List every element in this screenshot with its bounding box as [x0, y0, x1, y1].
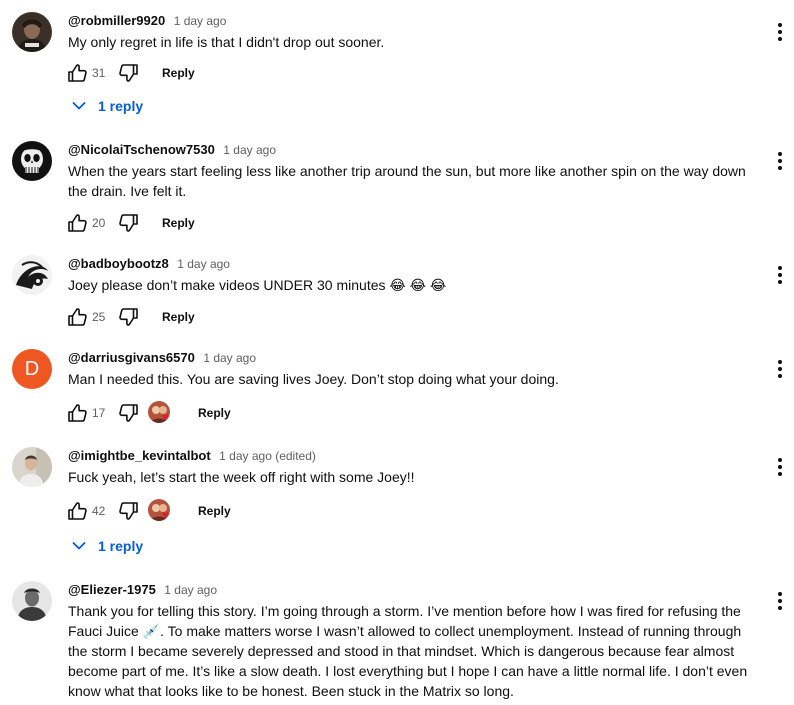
more-options-icon[interactable]	[772, 455, 788, 479]
comment-actions: 25 Reply	[66, 305, 195, 329]
thumb-up-icon[interactable]	[66, 212, 88, 234]
author-handle[interactable]: @robmiller9920	[68, 13, 165, 28]
author-handle[interactable]: @Eliezer-1975	[68, 582, 156, 597]
person-photo-avatar-icon[interactable]	[12, 581, 52, 621]
comment-header: @darriusgivans6570 1 day ago	[68, 349, 256, 367]
reply-button[interactable]: Reply	[162, 66, 195, 80]
comment-text: Joey please don’t make videos UNDER 30 m…	[68, 277, 447, 293]
reply-button[interactable]: Reply	[162, 216, 195, 230]
thumb-down-icon[interactable]	[118, 402, 140, 424]
heart-icon: ♥	[162, 410, 170, 424]
skull-avatar-icon[interactable]	[12, 141, 52, 181]
more-options-icon[interactable]	[772, 357, 788, 381]
comment-timestamp[interactable]: 1 day ago (edited)	[219, 449, 316, 463]
like-count: 25	[92, 310, 106, 324]
chevron-down-icon	[72, 541, 86, 551]
comment-actions: 17 ♥ Reply	[66, 401, 231, 425]
creator-heart-badge: ♥	[148, 401, 174, 425]
comment-header: @Eliezer-1975 1 day ago	[68, 581, 217, 599]
author-handle[interactable]: @imightbe_kevintalbot	[68, 448, 211, 463]
thumb-down-icon[interactable]	[118, 62, 140, 84]
thumb-down-icon[interactable]	[118, 212, 140, 234]
comment-header: @badboybootz8 1 day ago	[68, 255, 230, 273]
comment-text: My only regret in life is that I didn't …	[68, 34, 385, 50]
thumb-up-icon[interactable]	[66, 402, 88, 424]
like-count: 31	[92, 66, 106, 80]
view-replies-button[interactable]: 1 reply	[72, 95, 143, 117]
comment-timestamp[interactable]: 1 day ago	[164, 583, 217, 597]
comment-timestamp[interactable]: 1 day ago	[203, 351, 256, 365]
author-handle[interactable]: @NicolaiTschenow7530	[68, 142, 215, 157]
reply-button[interactable]: Reply	[162, 310, 195, 324]
view-replies-button[interactable]: 1 reply	[72, 535, 143, 557]
thumb-up-icon[interactable]	[66, 306, 88, 328]
creator-heart-badge: ♥	[148, 499, 174, 523]
replies-label: 1 reply	[98, 538, 144, 554]
person-photo-avatar-icon[interactable]	[12, 447, 52, 487]
like-count: 17	[92, 406, 106, 420]
reply-button[interactable]: Reply	[198, 504, 231, 518]
comment-timestamp[interactable]: 1 day ago	[223, 143, 276, 157]
photo-avatar-icon[interactable]	[12, 12, 52, 52]
like-count: 20	[92, 216, 106, 230]
comment-timestamp[interactable]: 1 day ago	[177, 257, 230, 271]
comment-actions: 31 Reply	[66, 61, 195, 85]
thumb-down-icon[interactable]	[118, 306, 140, 328]
comment-text: Fuck yeah, let’s start the week off righ…	[68, 469, 415, 485]
replies-label: 1 reply	[98, 98, 144, 114]
comment-actions: 20 Reply	[66, 211, 195, 235]
comment-text: When the years start feeling less like a…	[68, 163, 746, 199]
avatar[interactable]: D	[12, 349, 52, 389]
author-handle[interactable]: @darriusgivans6570	[68, 350, 195, 365]
reply-button[interactable]: Reply	[198, 406, 231, 420]
author-handle[interactable]: @badboybootz8	[68, 256, 169, 271]
comment-text: Man I needed this. You are saving lives …	[68, 371, 559, 387]
thumb-up-icon[interactable]	[66, 62, 88, 84]
more-options-icon[interactable]	[772, 20, 788, 44]
chevron-down-icon	[72, 101, 86, 111]
more-options-icon[interactable]	[772, 149, 788, 173]
thumb-up-icon[interactable]	[66, 500, 88, 522]
like-count: 42	[92, 504, 106, 518]
bw-art-avatar-icon[interactable]	[12, 255, 52, 295]
comment-timestamp[interactable]: 1 day ago	[174, 14, 227, 28]
thumb-down-icon[interactable]	[118, 500, 140, 522]
heart-icon: ♥	[162, 508, 170, 522]
more-options-icon[interactable]	[772, 263, 788, 287]
comment-actions: 42 ♥ Reply	[66, 499, 231, 523]
comment-header: @robmiller9920 1 day ago	[68, 12, 226, 30]
comment-header: @NicolaiTschenow7530 1 day ago	[68, 141, 276, 159]
comment-text: Thank you for telling this story. I’m go…	[68, 603, 748, 699]
more-options-icon[interactable]	[772, 589, 788, 613]
comment-header: @imightbe_kevintalbot 1 day ago (edited)	[68, 447, 316, 465]
